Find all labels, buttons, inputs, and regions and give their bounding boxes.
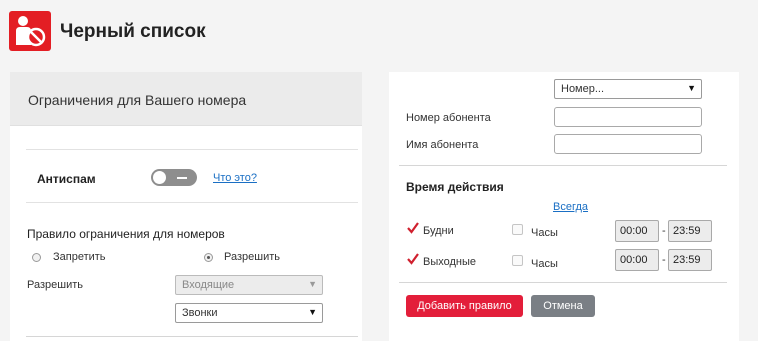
checkmark-icon	[407, 222, 419, 234]
chevron-down-icon: ▼	[308, 307, 317, 317]
time-separator: -	[662, 254, 666, 266]
direction-select[interactable]: Входящие ▼	[175, 275, 323, 295]
weekdays-from-time[interactable]: 00:00	[615, 220, 659, 242]
what-is-this-link[interactable]: Что это?	[213, 172, 257, 184]
weekdays-checkbox[interactable]	[407, 222, 419, 234]
time-title: Время действия	[406, 180, 504, 194]
number-select[interactable]: Номер... ▼	[554, 79, 702, 99]
restrictions-title: Ограничения для Вашего номера	[28, 92, 247, 108]
cancel-button[interactable]: Отмена	[531, 295, 595, 317]
subscriber-number-label: Номер абонента	[406, 112, 491, 124]
weekend-from-time[interactable]: 00:00	[615, 249, 659, 271]
add-rule-panel: Номер... ▼ Номер абонента Имя абонента В…	[389, 72, 739, 341]
subscriber-name-label: Имя абонента	[406, 139, 479, 151]
allow-radio-label[interactable]: Разрешить	[224, 251, 280, 263]
toggle-knob	[153, 171, 166, 184]
direction-select-value: Входящие	[182, 279, 235, 291]
antispam-row: Антиспам Что это?	[26, 149, 358, 203]
weekend-hours-label: Часы	[531, 258, 558, 270]
number-select-value: Номер...	[561, 83, 605, 95]
page-header: Черный список	[0, 0, 758, 66]
restrictions-panel: Ограничения для Вашего номера Антиспам Ч…	[10, 72, 362, 341]
checkmark-icon	[407, 253, 419, 265]
chevron-down-icon: ▼	[308, 279, 317, 289]
divider	[26, 336, 358, 337]
weekdays-hours-label: Часы	[531, 227, 558, 239]
weekdays-to-time[interactable]: 23:59	[668, 220, 712, 242]
restrictions-panel-header: Ограничения для Вашего номера	[10, 72, 362, 126]
weekdays-hours-checkbox[interactable]	[512, 224, 523, 235]
deny-radio-label[interactable]: Запретить	[53, 251, 106, 263]
toggle-off-icon	[177, 177, 187, 179]
page-title: Черный список	[60, 21, 206, 42]
allow-radio[interactable]	[204, 253, 213, 262]
add-rule-button[interactable]: Добавить правило	[406, 295, 523, 317]
time-separator: -	[662, 225, 666, 237]
weekend-to-time[interactable]: 23:59	[668, 249, 712, 271]
weekend-hours-checkbox[interactable]	[512, 255, 523, 266]
blacklist-person-icon	[9, 11, 51, 51]
chevron-down-icon: ▼	[687, 83, 696, 93]
type-select-value: Звонки	[182, 307, 218, 319]
type-select[interactable]: Звонки ▼	[175, 303, 323, 323]
always-link[interactable]: Всегда	[553, 201, 588, 213]
subscriber-name-field[interactable]	[554, 134, 702, 154]
rule-title: Правило ограничения для номеров	[27, 227, 225, 241]
weekend-label: Выходные	[423, 256, 477, 268]
antispam-label: Антиспам	[37, 172, 96, 186]
subscriber-number-field[interactable]	[554, 107, 702, 127]
antispam-toggle[interactable]	[151, 169, 197, 186]
weekend-checkbox[interactable]	[407, 253, 419, 265]
allow-label: Разрешить	[27, 279, 83, 291]
weekdays-label: Будни	[423, 225, 454, 237]
deny-radio[interactable]	[32, 253, 41, 262]
divider	[399, 282, 727, 283]
divider	[399, 165, 727, 166]
